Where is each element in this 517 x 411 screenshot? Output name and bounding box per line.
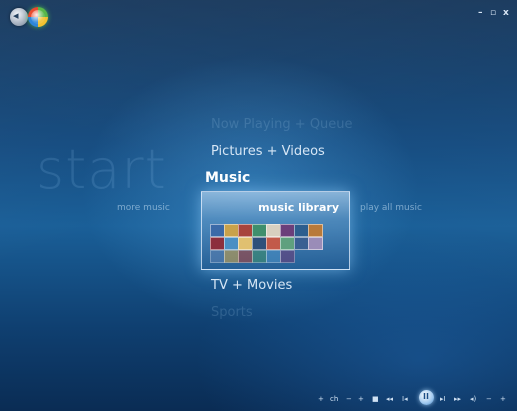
minimize-button[interactable]: –	[478, 8, 483, 18]
channel-down-button[interactable]: −	[346, 395, 352, 403]
menu-item-sports[interactable]: Sports	[211, 305, 253, 320]
music-library-label: music library	[258, 201, 339, 214]
title-bar: ◂ – ▫ x	[0, 0, 517, 30]
pause-icon: II	[423, 392, 429, 401]
volume-plus-button[interactable]: +	[318, 395, 324, 403]
menu-item-pictures-videos[interactable]: Pictures + Videos	[211, 144, 325, 159]
music-library-tile[interactable]: music library	[201, 191, 350, 270]
stop-button[interactable]: ■	[372, 395, 379, 403]
media-center-window: ◂ – ▫ x start Now Playing + Queue Pictur…	[0, 0, 517, 411]
submenu-more-music[interactable]: more music	[117, 203, 170, 213]
windows-media-center-logo-icon[interactable]	[28, 7, 48, 27]
back-arrow-icon[interactable]: ◂	[10, 8, 28, 26]
channel-label: ch	[330, 395, 339, 403]
next-button[interactable]: ▸I	[440, 395, 446, 403]
rewind-button[interactable]: ◂◂	[386, 395, 393, 403]
volume-down-button[interactable]: −	[486, 395, 492, 403]
menu-item-now-playing[interactable]: Now Playing + Queue	[211, 117, 353, 132]
menu-item-tv-movies[interactable]: TV + Movies	[211, 278, 292, 293]
transport-controls: + ch − + ■ ◂◂ I◂ II ▸I ▸▸ ◂) − +	[318, 390, 517, 409]
play-pause-button[interactable]: II	[419, 390, 434, 405]
submenu-play-all-music[interactable]: play all music	[360, 203, 422, 213]
mute-button[interactable]: ◂)	[470, 395, 476, 403]
start-title: start	[36, 138, 167, 201]
maximize-button[interactable]: ▫	[490, 8, 496, 18]
channel-up-button[interactable]: +	[358, 395, 364, 403]
close-button[interactable]: x	[503, 8, 509, 18]
album-art-thumbnails	[210, 224, 328, 264]
fast-forward-button[interactable]: ▸▸	[454, 395, 461, 403]
volume-up-button[interactable]: +	[500, 395, 506, 403]
menu-item-music[interactable]: Music	[205, 170, 250, 186]
previous-button[interactable]: I◂	[402, 395, 408, 403]
